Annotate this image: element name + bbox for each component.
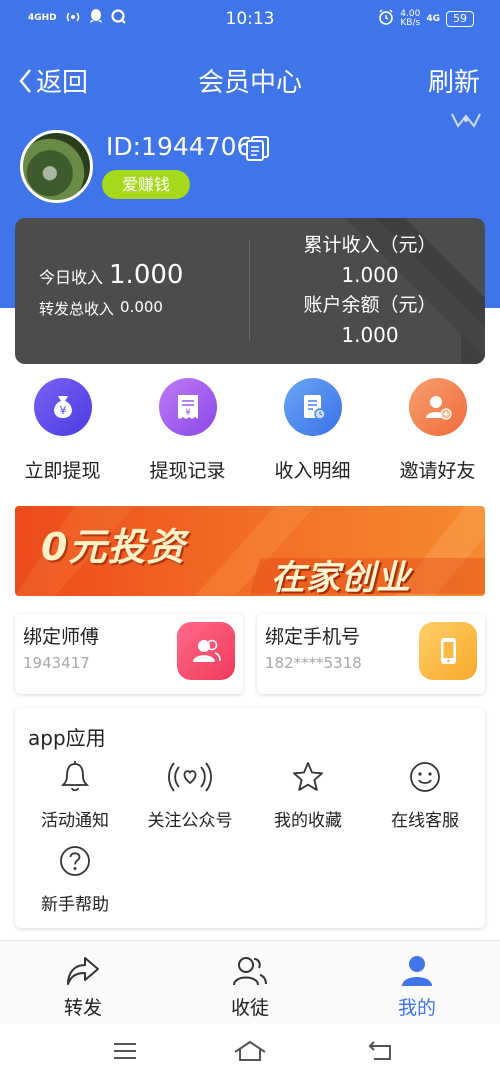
back-nav-icon[interactable] [368, 1040, 394, 1066]
bind-master-card[interactable]: 绑定师傅 1943417 [15, 614, 243, 694]
tab-mine[interactable]: 我的 [334, 941, 500, 1024]
withdraw-label: 立即提现 [24, 460, 101, 482]
phone-icon [419, 622, 477, 680]
income-details-button[interactable]: 收入明细 [250, 378, 375, 483]
share-income-value: 0.000 [120, 298, 163, 316]
bind-phone-title: 绑定手机号 [265, 626, 361, 648]
tab-share[interactable]: 转发 [0, 941, 166, 1024]
status-right: 4.00 KB/s 4G 59 [378, 9, 474, 28]
tab-mine-label: 我的 [397, 997, 436, 1019]
share-income-label: 转发总收入 [39, 300, 115, 318]
activity-notice-label: 活动通知 [41, 811, 109, 831]
system-nav-bar [0, 1024, 500, 1083]
income-summary: 累计收入（元） 1.000 账户余额（元） 1.000 [265, 230, 475, 350]
tab-recruit-label: 收徒 [230, 997, 269, 1019]
user-icon [402, 956, 432, 986]
withdraw-records-label: 提现记录 [149, 460, 226, 482]
status-bar: 4GHD 10:13 4.00 KB/s 4G 59 [0, 0, 500, 38]
svg-text:¥: ¥ [185, 408, 191, 418]
receipt-icon: ¥ [158, 378, 217, 436]
promo-banner[interactable]: 0元投资 在家创业 [15, 506, 485, 596]
nav-bar: 返回 会员中心 刷新 [0, 50, 500, 110]
refresh-button[interactable]: 刷新 [428, 62, 480, 99]
alarm-icon [378, 9, 394, 28]
battery-indicator: 59 [446, 10, 474, 27]
menu-icon[interactable] [112, 1040, 138, 1066]
beginner-help-label: 新手帮助 [41, 895, 109, 915]
online-support-button[interactable]: 在线客服 [365, 760, 485, 831]
online-support-label: 在线客服 [391, 811, 459, 831]
my-favorites-label: 我的收藏 [274, 811, 342, 831]
activity-notice-button[interactable]: 活动通知 [15, 760, 135, 831]
beginner-help-button[interactable]: 新手帮助 [15, 844, 135, 915]
app-section-title: app应用 [28, 726, 106, 750]
add-user-icon [408, 378, 467, 436]
help-icon [60, 846, 90, 876]
broadcast-heart-icon [168, 762, 212, 792]
users-icon [233, 957, 267, 986]
document-clock-icon [283, 378, 342, 436]
tab-recruit[interactable]: 收徒 [166, 941, 334, 1024]
total-income-value: 1.000 [341, 263, 399, 287]
quick-actions: ¥ 立即提现 ¥ 提现记录 收入明细 邀请好友 [0, 378, 500, 483]
network-type: 4G [426, 13, 440, 24]
card-divider [249, 240, 250, 340]
tab-bar: 转发 收徒 我的 [0, 940, 500, 1024]
smile-icon [410, 762, 440, 792]
home-icon[interactable] [233, 1040, 267, 1066]
balance-value: 1.000 [341, 323, 399, 347]
app-section: app应用 活动通知 关注公众号 我的收藏 在线客服 新手帮助 [15, 708, 485, 928]
crown-icon [450, 112, 482, 134]
share-income: 转发总收入 0.000 [39, 298, 163, 319]
tab-share-label: 转发 [63, 997, 102, 1019]
bell-icon [60, 761, 90, 792]
income-card: 今日收入 1.000 转发总收入 0.000 累计收入（元） 1.000 账户余… [15, 218, 485, 364]
follow-account-label: 关注公众号 [147, 811, 233, 831]
user-id: ID:1944706 [106, 132, 253, 161]
income-details-label: 收入明细 [274, 460, 351, 482]
page-title: 会员中心 [197, 68, 302, 98]
banner-text-primary: 0元投资 [41, 525, 186, 569]
money-bag-icon: ¥ [33, 378, 92, 436]
bind-phone-value: 182****5318 [265, 654, 362, 672]
total-income-label: 累计收入（元） [303, 234, 437, 256]
share-icon [67, 957, 99, 985]
user-level-badge: 爱赚钱 [102, 170, 191, 199]
invite-friends-label: 邀请好友 [399, 460, 476, 482]
bind-master-value: 1943417 [23, 654, 90, 672]
bind-phone-card[interactable]: 绑定手机号 182****5318 [257, 614, 485, 694]
banner-text-secondary: 在家创业 [271, 558, 411, 596]
today-income: 今日收入 1.000 [39, 260, 183, 290]
avatar[interactable] [20, 130, 93, 203]
users-icon [177, 622, 235, 680]
net-speed-unit: KB/s [400, 17, 421, 28]
today-income-label: 今日收入 [39, 268, 104, 287]
withdraw-records-button[interactable]: ¥ 提现记录 [125, 378, 250, 483]
invite-friends-button[interactable]: 邀请好友 [375, 378, 500, 483]
copy-icon[interactable] [244, 134, 272, 166]
withdraw-button[interactable]: ¥ 立即提现 [0, 378, 125, 483]
star-icon [293, 762, 323, 791]
net-speed: 4.00 KB/s [400, 9, 421, 28]
balance-label: 账户余额（元） [303, 294, 437, 316]
today-income-value: 1.000 [109, 260, 184, 290]
svg-text:¥: ¥ [59, 404, 66, 417]
follow-account-button[interactable]: 关注公众号 [130, 760, 250, 831]
my-favorites-button[interactable]: 我的收藏 [248, 760, 368, 831]
bind-master-title: 绑定师傅 [23, 626, 100, 648]
